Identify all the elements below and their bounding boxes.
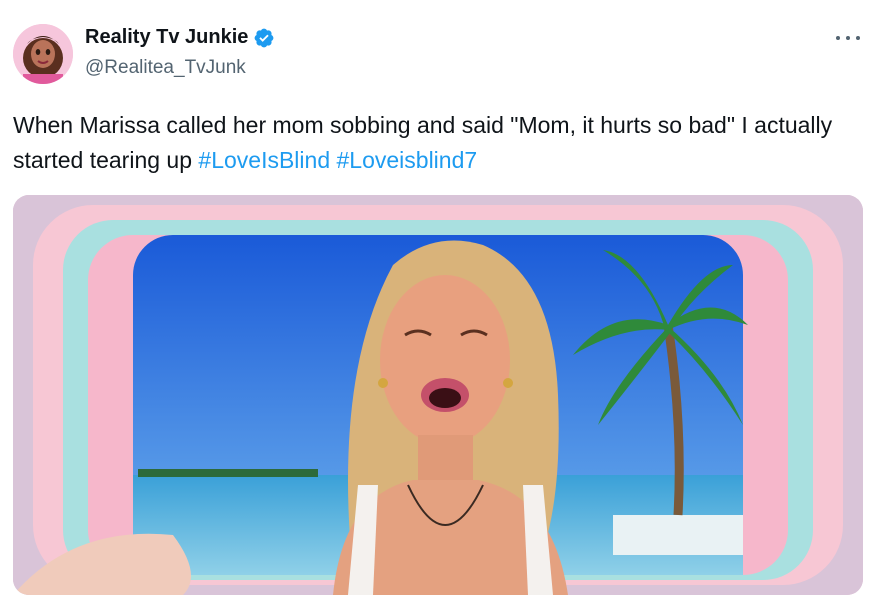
verified-badge-icon [253,27,275,49]
dot [846,36,850,40]
photo-illustration [13,195,863,595]
author-name-row[interactable]: Reality Tv Junkie [85,26,275,49]
tweet-text: When Marissa called her mom sobbing and … [13,108,863,178]
author-display-name[interactable]: Reality Tv Junkie [85,26,248,49]
author-handle[interactable]: @Realitea_TvJunk [85,57,246,79]
hashtag-loveisblind[interactable]: #LoveIsBlind [198,147,330,173]
more-options-icon[interactable] [836,28,860,48]
dot [836,36,840,40]
avatar[interactable] [13,24,73,84]
tweet-photo[interactable] [13,195,863,595]
dot [856,36,860,40]
cartoon-woman-avatar-icon [13,24,73,84]
hashtag-loveisblind7[interactable]: #Loveisblind7 [337,147,478,173]
